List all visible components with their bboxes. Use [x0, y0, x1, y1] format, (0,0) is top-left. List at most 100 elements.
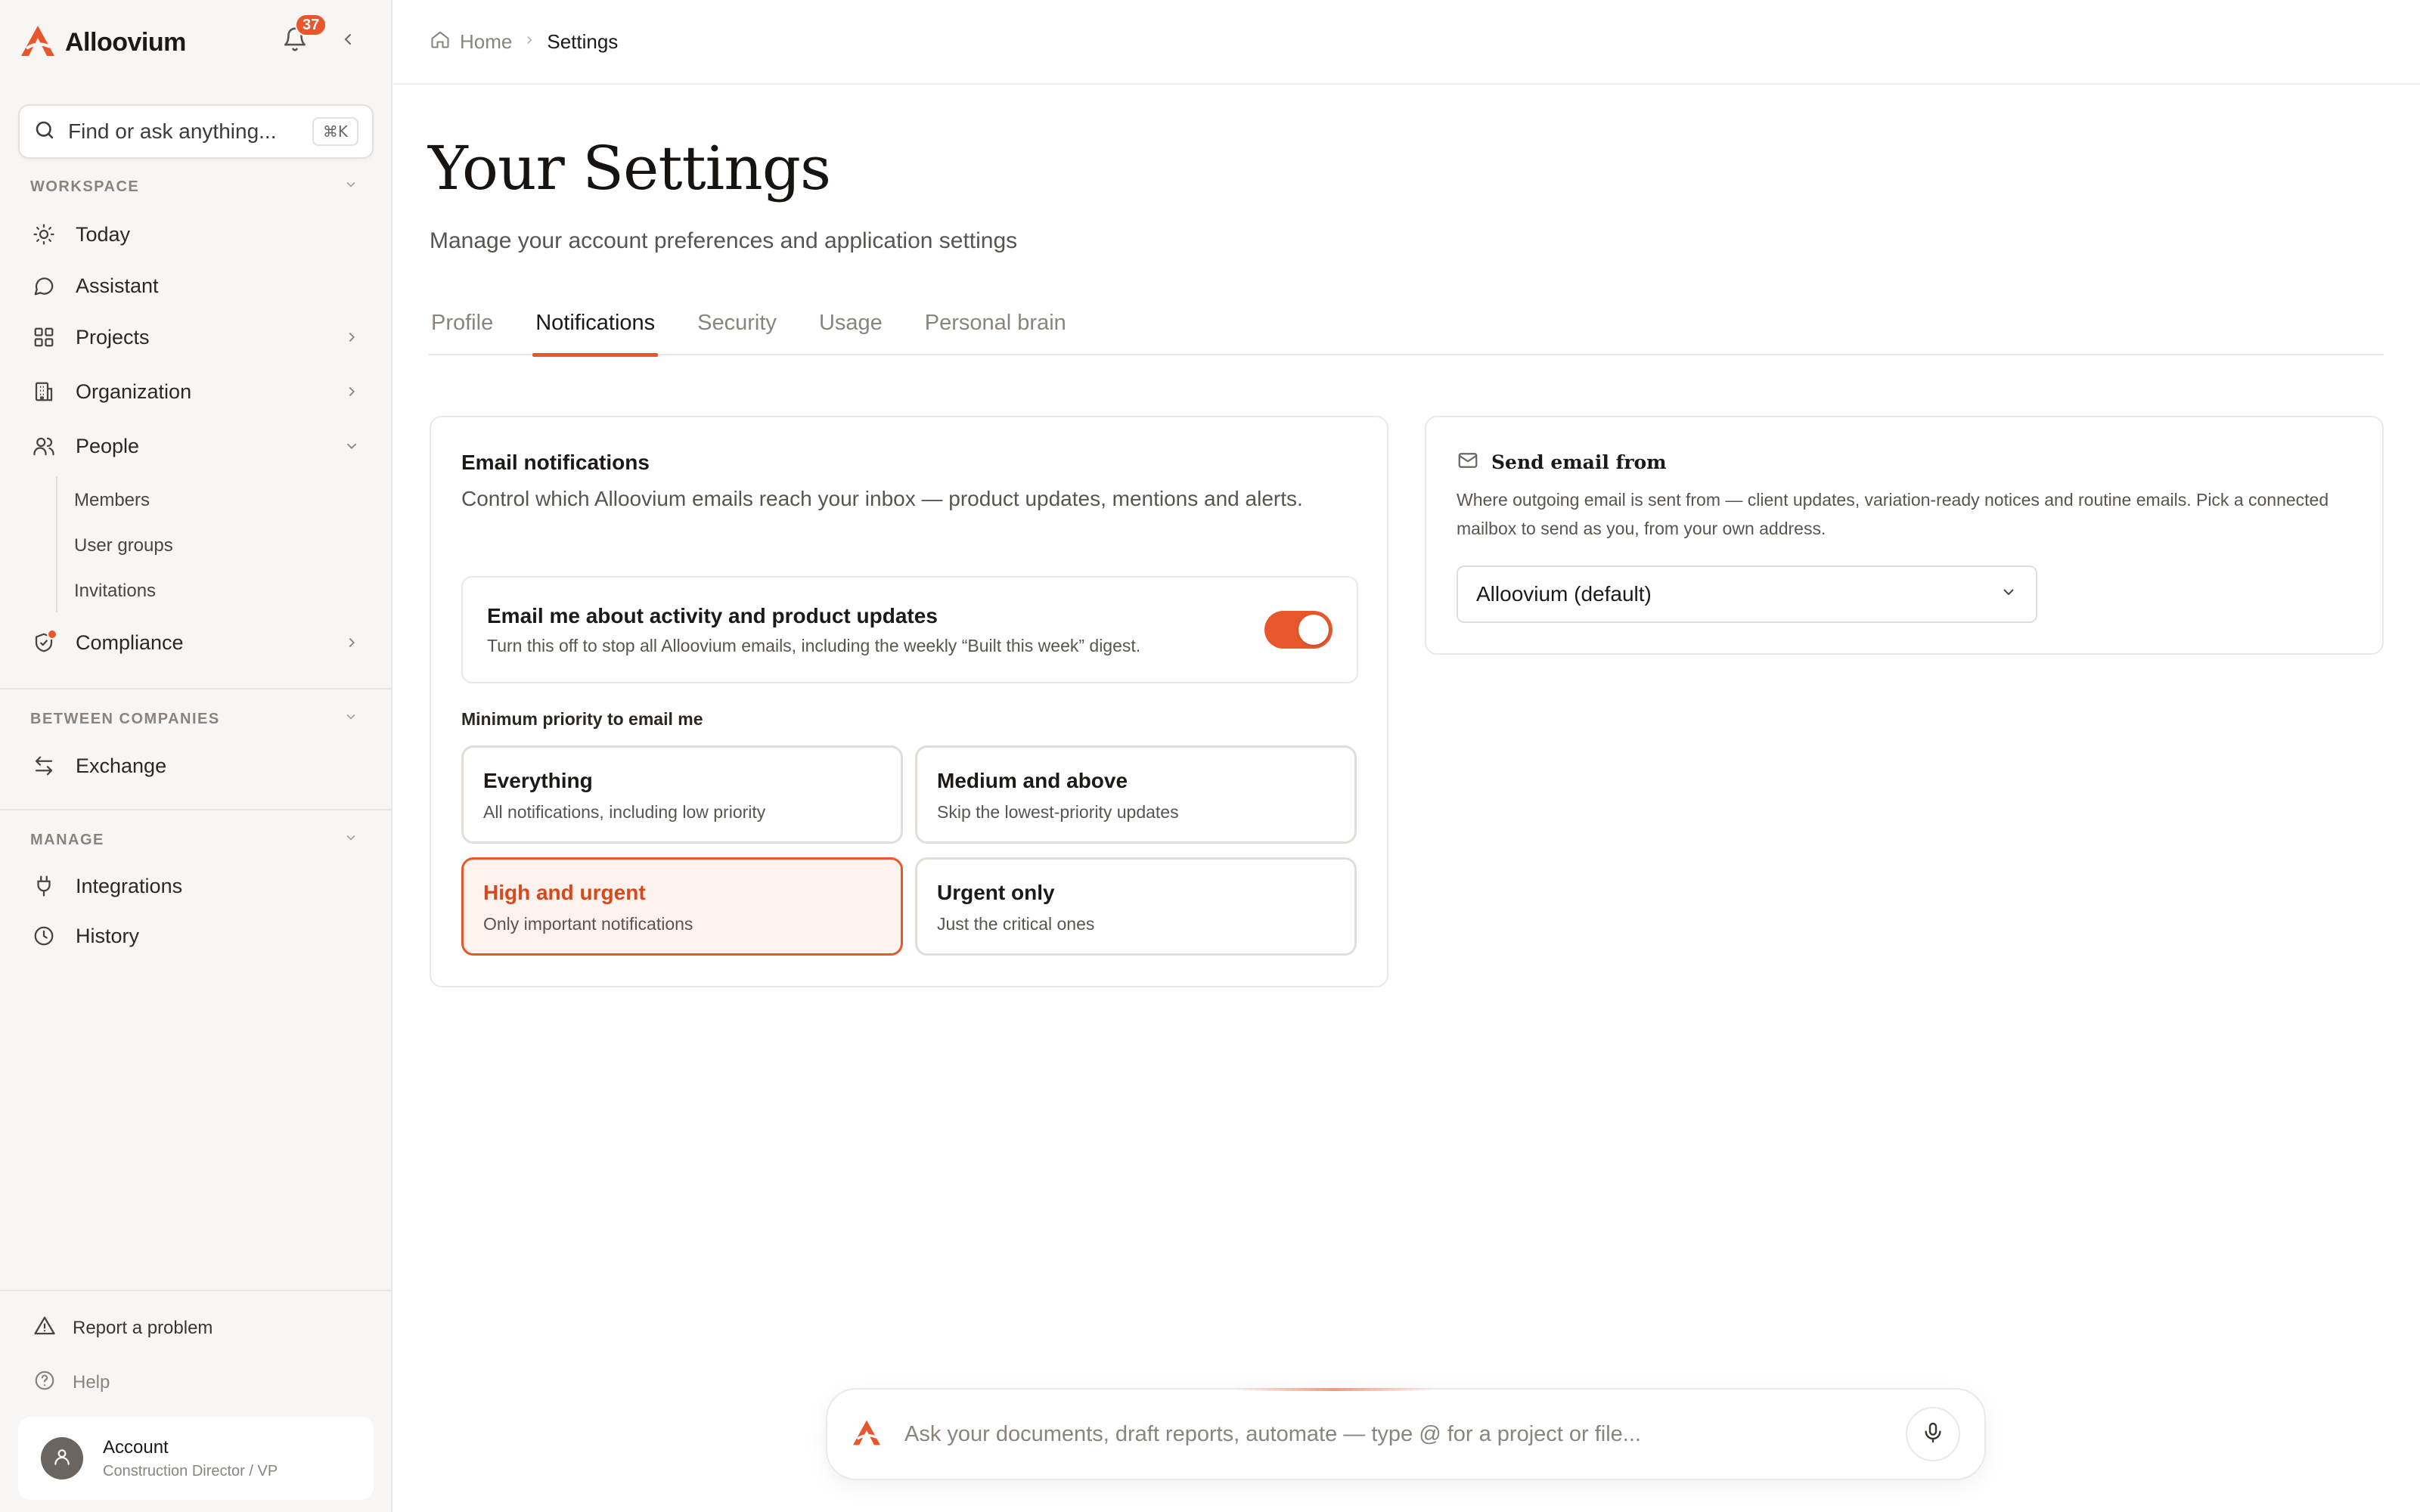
priority-label: Minimum priority to email me: [461, 709, 703, 729]
help-link[interactable]: Help: [33, 1364, 110, 1402]
brand[interactable]: Alloovium: [20, 21, 186, 64]
chevron-down-icon: [343, 177, 358, 196]
users-icon: [30, 432, 57, 460]
sidebar-item-projects[interactable]: Projects: [30, 316, 363, 358]
sidebar-item-label: Integrations: [76, 874, 183, 897]
sidebar-item-label: Today: [76, 222, 131, 246]
chevron-right-icon: [340, 326, 363, 349]
microphone-button[interactable]: [1906, 1407, 1960, 1461]
email-notifications-title: Email notifications: [461, 451, 650, 474]
email-notifications-card: Email notifications Control which Alloov…: [430, 416, 1388, 987]
section-label-manage: MANAGE: [30, 832, 104, 848]
between-companies-collapse-toggle[interactable]: [340, 708, 361, 729]
send-email-from-description: Where outgoing email is sent from — clie…: [1457, 490, 2329, 538]
breadcrumb: Home Settings: [393, 0, 2420, 85]
sidebar-item-people[interactable]: People: [30, 425, 363, 467]
activity-updates-description: Turn this off to stop all Alloovium emai…: [487, 635, 1141, 655]
home-icon: [430, 29, 451, 55]
send-email-from-title: Send email from: [1491, 451, 1667, 473]
sidebar-item-organization[interactable]: Organization: [30, 370, 363, 413]
compliance-alert-dot: [47, 629, 57, 640]
sidebar-divider: [0, 1290, 392, 1291]
people-submenu-rail: [56, 476, 57, 612]
account-name: Account: [103, 1436, 169, 1458]
arrows-exchange-icon: [30, 752, 57, 779]
chevron-right-icon: [340, 631, 363, 654]
building-icon: [30, 378, 57, 405]
priority-option-title: Everything: [483, 769, 593, 792]
notification-count-badge: 37: [295, 14, 327, 36]
alloovium-logo-icon: [20, 24, 56, 61]
clock-icon: [30, 922, 57, 950]
priority-option-title: High and urgent: [483, 881, 646, 904]
priority-option-high[interactable]: High and urgent Only important notificat…: [461, 857, 903, 956]
priority-option-everything[interactable]: Everything All notifications, including …: [461, 745, 903, 844]
alloovium-logo-icon: [852, 1419, 882, 1450]
priority-option-medium[interactable]: Medium and above Skip the lowest-priorit…: [915, 745, 1357, 844]
sidebar-item-today[interactable]: Today: [30, 213, 363, 256]
microphone-icon: [1921, 1421, 1945, 1448]
chevron-right-icon: [340, 380, 363, 403]
help-circle-icon: [33, 1369, 56, 1397]
tab-profile[interactable]: Profile: [428, 290, 496, 355]
sidebar-item-label: Compliance: [76, 631, 184, 654]
tab-personal-brain[interactable]: Personal brain: [922, 290, 1069, 355]
sidebar: Alloovium 37 Find or ask anything... ⌘K …: [0, 0, 392, 1512]
search-shortcut: ⌘K: [312, 117, 358, 146]
chevron-down-icon: [343, 830, 358, 849]
priority-option-urgent[interactable]: Urgent only Just the critical ones: [915, 857, 1357, 956]
activity-updates-row: Email me about activity and product upda…: [461, 576, 1358, 683]
priority-option-description: Skip the lowest-priority updates: [937, 802, 1179, 822]
chevron-down-icon: [340, 435, 363, 457]
plug-icon: [30, 872, 57, 900]
workspace-collapse-toggle[interactable]: [340, 175, 361, 197]
breadcrumb-home[interactable]: Home: [430, 29, 512, 55]
section-label-between-companies: BETWEEN COMPANIES: [30, 711, 220, 727]
mailbox-select[interactable]: Alloovium (default): [1457, 565, 2037, 623]
brand-name: Alloovium: [65, 27, 186, 57]
breadcrumb-home-label: Home: [460, 29, 513, 53]
sidebar-subitem-user-groups[interactable]: User groups: [74, 535, 173, 556]
sidebar-item-assistant[interactable]: Assistant: [30, 265, 363, 307]
tab-security[interactable]: Security: [694, 290, 780, 355]
sidebar-item-integrations[interactable]: Integrations: [30, 865, 363, 907]
priority-option-description: All notifications, including low priorit…: [483, 802, 766, 822]
sidebar-item-exchange[interactable]: Exchange: [30, 745, 363, 787]
sidebar-subitem-members[interactable]: Members: [74, 490, 150, 511]
sidebar-item-history[interactable]: History: [30, 915, 363, 957]
send-email-from-card: Send email from Where outgoing email is …: [1425, 416, 2384, 655]
sidebar-item-label: Assistant: [76, 274, 159, 297]
composer-input[interactable]: Ask your documents, draft reports, autom…: [904, 1422, 1883, 1447]
sidebar-item-compliance[interactable]: Compliance: [30, 621, 363, 664]
report-problem-link[interactable]: Report a problem: [33, 1309, 213, 1347]
activity-updates-toggle[interactable]: [1264, 611, 1333, 649]
manage-collapse-toggle[interactable]: [340, 829, 361, 850]
account-menu[interactable]: Account Construction Director / VP: [18, 1417, 374, 1500]
chevron-down-icon: [343, 709, 358, 728]
sidebar-subitem-invitations[interactable]: Invitations: [74, 581, 156, 602]
page-title: Your Settings: [428, 133, 831, 203]
sidebar-divider: [0, 688, 392, 689]
help-label: Help: [73, 1372, 110, 1393]
activity-updates-title: Email me about activity and product upda…: [487, 603, 938, 627]
sidebar-item-label: History: [76, 924, 140, 947]
chat-bubble-icon: [30, 272, 57, 299]
search-input[interactable]: Find or ask anything... ⌘K: [18, 104, 374, 159]
collapse-sidebar-button[interactable]: [333, 26, 363, 56]
breadcrumb-current: Settings: [547, 29, 619, 53]
breadcrumb-separator-icon: [523, 31, 536, 52]
sun-icon: [30, 221, 57, 248]
chevron-left-icon: [339, 30, 357, 52]
sidebar-item-label: Organization: [76, 380, 192, 403]
mail-icon: [1457, 449, 1479, 476]
assistant-composer[interactable]: Ask your documents, draft reports, autom…: [826, 1388, 1986, 1480]
tab-notifications[interactable]: Notifications: [532, 290, 659, 357]
chevron-down-icon: [2000, 582, 2018, 606]
search-placeholder: Find or ask anything...: [68, 119, 277, 143]
priority-option-title: Urgent only: [937, 881, 1055, 904]
sidebar-item-label: Exchange: [76, 754, 167, 777]
tab-usage[interactable]: Usage: [816, 290, 886, 355]
mailbox-select-value: Alloovium (default): [1476, 582, 1652, 606]
email-notifications-description: Control which Alloovium emails reach you…: [461, 487, 1303, 510]
shield-check-icon: [30, 629, 57, 656]
